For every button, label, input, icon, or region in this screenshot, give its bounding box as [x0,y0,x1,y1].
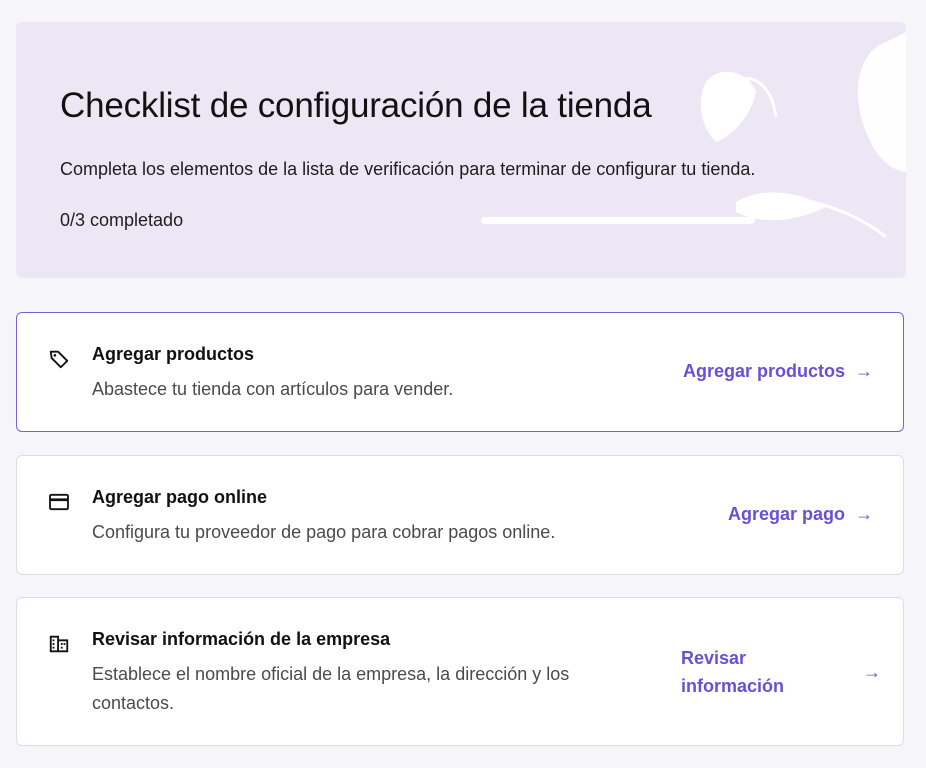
task-title: Agregar productos [92,344,255,364]
add-payment-link-label: Agregar pago [727,504,845,524]
decorative-leaf-illustration [700,32,906,239]
review-info-link-label: Revisar información [681,648,785,696]
arrow-right-icon: → [855,361,873,381]
building-icon [47,632,71,656]
setup-checklist-header: Checklist de configuración de la tienda … [16,22,906,278]
task-title: Agregar pago online [92,487,268,507]
arrow-right-icon: → [855,504,873,524]
credit-card-icon [47,490,71,514]
add-products-link-label: Agregar productos [682,361,845,381]
task-description: Configura tu proveedor de pago para cobr… [92,522,556,542]
progress-label: 0/3 completado [60,210,184,230]
task-card-add-online-payment[interactable]: Agregar pago online Configura tu proveed… [16,455,904,575]
add-payment-link[interactable]: Agregar pago → [728,504,873,525]
review-info-link[interactable]: Revisar información → [681,644,881,700]
page-title: Checklist de configuración de la tienda [60,86,652,125]
arrow-right-icon: → [863,661,881,682]
page-subtitle: Completa los elementos de la lista de ve… [60,159,756,179]
tag-icon [47,347,71,371]
add-products-link[interactable]: Agregar productos → [683,361,873,382]
task-card-add-products[interactable]: Agregar productos Abastece tu tienda con… [16,312,904,432]
task-card-review-company-info[interactable]: Revisar información de la empresa Establ… [16,597,904,746]
task-description: Establece el nombre oficial de la empres… [92,664,570,713]
task-description: Abastece tu tienda con artículos para ve… [92,379,454,399]
task-title: Revisar información de la empresa [92,629,391,649]
